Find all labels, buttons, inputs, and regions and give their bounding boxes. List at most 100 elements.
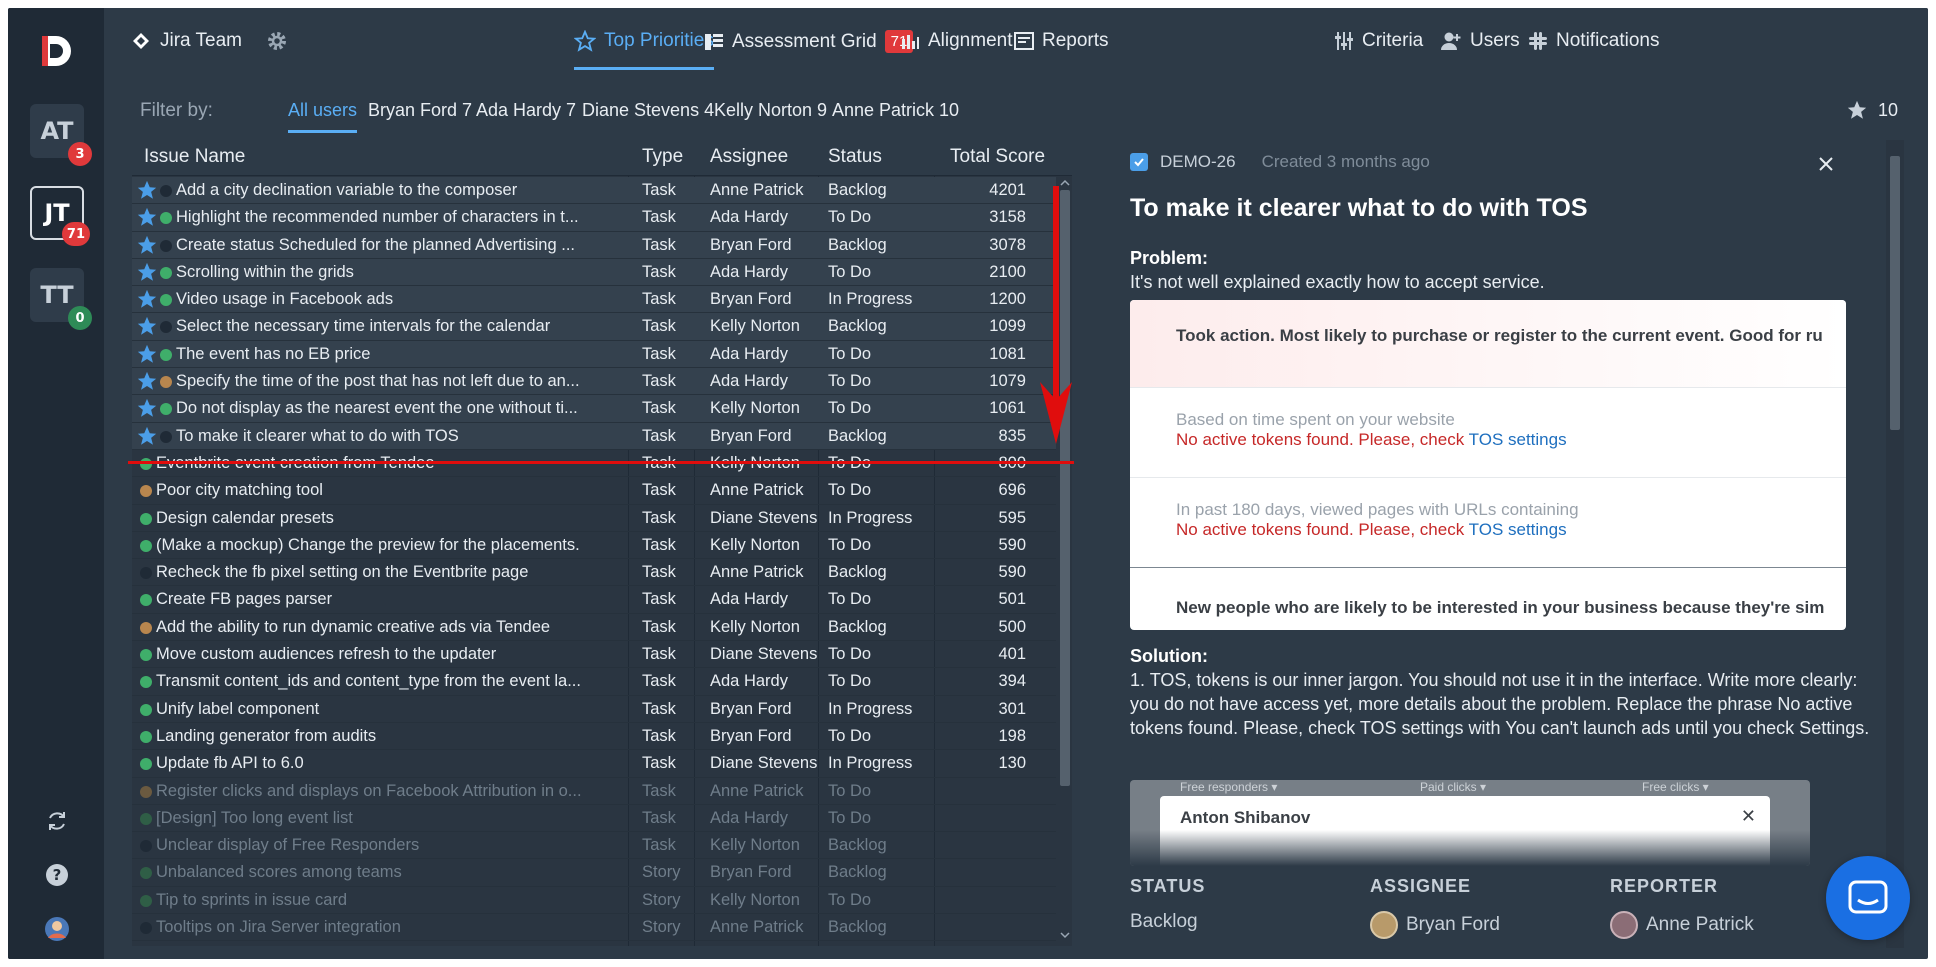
table-row[interactable]: Tip to sprints in issue card Story Kelly N… (132, 887, 1056, 915)
filter-anne-patrick[interactable]: Anne Patrick 10 (832, 100, 959, 121)
header-issue-name[interactable]: Issue Name (144, 146, 245, 168)
table-row[interactable]: Select the necessary time intervals for … (132, 313, 1056, 341)
star-icon[interactable] (136, 179, 158, 201)
table-row[interactable]: Tooltips on Jira Server integration Story… (132, 914, 1056, 942)
workspace-at[interactable]: AT 3 (30, 104, 92, 166)
status-value-wrap[interactable]: Backlog (1130, 911, 1205, 933)
filter-all-users[interactable]: All users (288, 100, 358, 133)
workspace-tt[interactable]: TT 0 (30, 268, 92, 330)
user-avatar[interactable] (42, 914, 72, 944)
header-assignee[interactable]: Assignee (710, 146, 788, 168)
issue-name[interactable]: Highlight the recommended number of char… (176, 208, 616, 227)
gear-icon[interactable] (266, 30, 288, 52)
issue-name[interactable]: Update fb API to 6.0 (156, 754, 596, 773)
table-row[interactable]: Design calendar presets Task Diane Stevens… (132, 505, 1056, 532)
issue-name[interactable]: Tip to sprints in issue card (156, 891, 596, 910)
tab-assessment-grid[interactable]: Assessment Grid 71 (704, 30, 914, 53)
filter-kelly-norton[interactable]: Kelly Norton 9 (714, 100, 827, 121)
issue-name[interactable]: Register clicks and displays on Facebook… (156, 782, 596, 801)
star-icon[interactable] (136, 425, 158, 447)
table-row[interactable]: To make it clearer what to do with TOS Ta… (132, 422, 1056, 450)
reporter-value-wrap[interactable]: Anne Patrick (1610, 911, 1754, 939)
users-link[interactable]: Users (1440, 30, 1520, 52)
scroll-down-icon[interactable] (1060, 930, 1070, 940)
issue-name[interactable]: Create status Scheduled for the planned … (176, 236, 616, 255)
table-row[interactable]: Create status Scheduled for the planned … (132, 231, 1056, 259)
issue-name[interactable]: Video usage in Facebook ads (176, 290, 616, 309)
table-row[interactable]: Scrolling within the grids Task Ada Hardy T… (132, 258, 1056, 287)
table-row[interactable]: Add the ability to run dynamic creative … (132, 614, 1056, 642)
tab-top-priorities[interactable]: Top Priorities (574, 30, 714, 70)
issue-name[interactable]: (Make a mockup) Change the preview for t… (156, 536, 596, 555)
issue-name[interactable]: Create FB pages parser (156, 590, 596, 609)
help-icon[interactable]: ? (42, 860, 72, 890)
tab-alignment[interactable]: Alignment (900, 30, 1013, 52)
header-status[interactable]: Status (828, 146, 882, 168)
issue-name[interactable]: Add a city declination variable to the c… (176, 181, 616, 200)
star-icon[interactable] (136, 343, 158, 365)
table-row[interactable]: Unify label component Task Bryan Ford In Pr… (132, 696, 1056, 723)
issue-name[interactable]: Poor city matching tool (156, 481, 596, 500)
issue-name[interactable]: Specify the time of the post that has no… (176, 372, 616, 391)
issue-name[interactable]: Select the necessary time intervals for … (176, 317, 616, 336)
issue-name[interactable]: Add the ability to run dynamic creative … (156, 618, 596, 637)
table-row[interactable]: Highlight the recommended number of char… (132, 204, 1056, 232)
star-icon[interactable] (136, 261, 158, 283)
team-selector[interactable]: Jira Team (132, 30, 288, 52)
table-row[interactable]: Poor city matching tool Task Anne Patrick T… (132, 477, 1056, 505)
issue-name[interactable]: Landing generator from audits (156, 727, 596, 746)
close-icon[interactable] (1814, 152, 1838, 176)
star-icon[interactable] (136, 288, 158, 310)
issue-name[interactable]: Recheck the fb pixel setting on the Even… (156, 563, 596, 582)
table-row[interactable]: Do not display as the nearest event the … (132, 395, 1056, 423)
issue-name[interactable]: Scrolling within the grids (176, 263, 616, 282)
chat-button[interactable] (1826, 856, 1910, 940)
header-total-score[interactable]: Total Score (950, 146, 1045, 168)
table-row[interactable]: The event has no EB price Task Ada Hardy To… (132, 340, 1056, 369)
tos-settings-link[interactable]: TOS settings (1469, 430, 1567, 449)
filter-bryan-ford[interactable]: Bryan Ford 7 (368, 100, 472, 121)
issue-name[interactable]: Unbalanced scores among teams (156, 863, 596, 882)
table-row[interactable]: Landing generator from audits Task Bryan F… (132, 723, 1056, 751)
table-row[interactable]: Add a city declination variable to the c… (132, 177, 1056, 205)
issue-name[interactable]: Do not display as the nearest event the … (176, 399, 616, 418)
app-logo[interactable] (34, 30, 76, 72)
issue-name[interactable]: The event has no EB price (176, 345, 616, 364)
assignee-value-wrap[interactable]: Bryan Ford (1370, 911, 1500, 939)
table-row[interactable]: Create FB pages parser Task Ada Hardy To Do… (132, 586, 1056, 614)
star-icon[interactable] (136, 370, 158, 392)
issue-name[interactable]: Tooltips on Jira Server integration (156, 918, 596, 937)
detail-scrollbar[interactable] (1890, 156, 1900, 430)
star-icon[interactable] (136, 397, 158, 419)
issue-name[interactable]: Unify label component (156, 700, 596, 719)
refresh-icon[interactable] (42, 806, 72, 836)
issue-name[interactable]: To make it clearer what to do with TOS (176, 427, 616, 446)
table-row[interactable]: Transmit content_ids and content_type fr… (132, 668, 1056, 696)
filter-ada-hardy[interactable]: Ada Hardy 7 (476, 100, 576, 121)
table-row[interactable]: [Design] Too long event list Task Ada Hard… (132, 805, 1056, 833)
issue-key[interactable]: DEMO-26 (1160, 152, 1236, 172)
table-row[interactable]: Move custom audiences refresh to the upd… (132, 641, 1056, 669)
table-row[interactable]: Unclear display of Free Responders Task Ke… (132, 832, 1056, 860)
table-row[interactable]: Unbalanced scores among teams Story Bryan … (132, 859, 1056, 887)
tos-settings-link[interactable]: TOS settings (1469, 520, 1567, 539)
issue-name[interactable]: Transmit content_ids and content_type fr… (156, 672, 596, 691)
issue-name[interactable]: Move custom audiences refresh to the upd… (156, 645, 596, 664)
star-icon[interactable] (136, 315, 158, 337)
issue-name[interactable]: [Design] Too long event list (156, 809, 596, 828)
table-row[interactable]: Video usage in Facebook ads Task Bryan For… (132, 286, 1056, 314)
notifications-link[interactable]: Notifications (1528, 30, 1660, 52)
starred-count[interactable]: 10 (1846, 99, 1898, 121)
star-icon[interactable] (136, 234, 158, 256)
table-row[interactable]: Register clicks and displays on Facebook… (132, 778, 1056, 805)
header-type[interactable]: Type (642, 146, 683, 168)
issue-name[interactable]: Unclear display of Free Responders (156, 836, 596, 855)
issue-name[interactable]: Design calendar presets (156, 509, 596, 528)
table-row[interactable]: (Make a mockup) Change the preview for t… (132, 532, 1056, 560)
table-row[interactable]: Specify the time of the post that has no… (132, 368, 1056, 396)
star-icon[interactable] (136, 206, 158, 228)
workspace-jt[interactable]: JT 71 (30, 186, 90, 246)
criteria-link[interactable]: Criteria (1334, 30, 1423, 52)
filter-diane-stevens[interactable]: Diane Stevens 4 (582, 100, 714, 121)
tab-reports[interactable]: Reports (1014, 30, 1109, 52)
